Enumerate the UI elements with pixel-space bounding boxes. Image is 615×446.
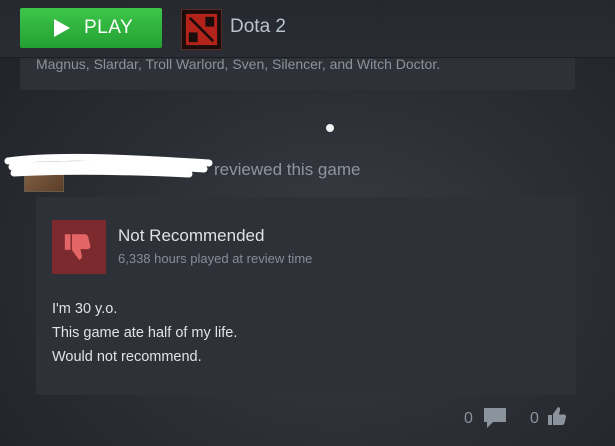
play-button[interactable]: PLAY xyxy=(20,8,162,48)
comments-count: 0 xyxy=(464,410,473,427)
dota2-logo-icon[interactable] xyxy=(181,9,222,50)
separator-dot xyxy=(326,124,334,132)
play-icon xyxy=(54,19,70,37)
review-line: Would not recommend. xyxy=(52,349,202,365)
thumbs-up-icon[interactable] xyxy=(546,403,570,429)
review-line: I'm 30 y.o. xyxy=(52,301,118,317)
review-verdict: Not Recommended xyxy=(118,226,265,245)
game-title[interactable]: Dota 2 xyxy=(230,16,286,38)
redaction-scribble xyxy=(4,153,213,178)
thumbs-down-icon xyxy=(52,220,106,274)
hours-played: 6,338 hours played at review time xyxy=(118,251,313,266)
previous-review-text: Magnus, Slardar, Troll Warlord, Sven, Si… xyxy=(36,56,441,72)
play-button-label: PLAY xyxy=(84,17,134,38)
review-card: Not Recommended 6,338 hours played at re… xyxy=(36,197,576,395)
top-bar: PLAY Dota 2 xyxy=(0,0,615,58)
review-line: This game ate half of my life. xyxy=(52,325,238,341)
reviewed-label: reviewed this game xyxy=(214,160,361,179)
rating-count: 0 xyxy=(530,410,539,427)
review-text: I'm 30 y.o. This game ate half of my lif… xyxy=(52,297,237,369)
comment-icon[interactable] xyxy=(482,406,508,430)
